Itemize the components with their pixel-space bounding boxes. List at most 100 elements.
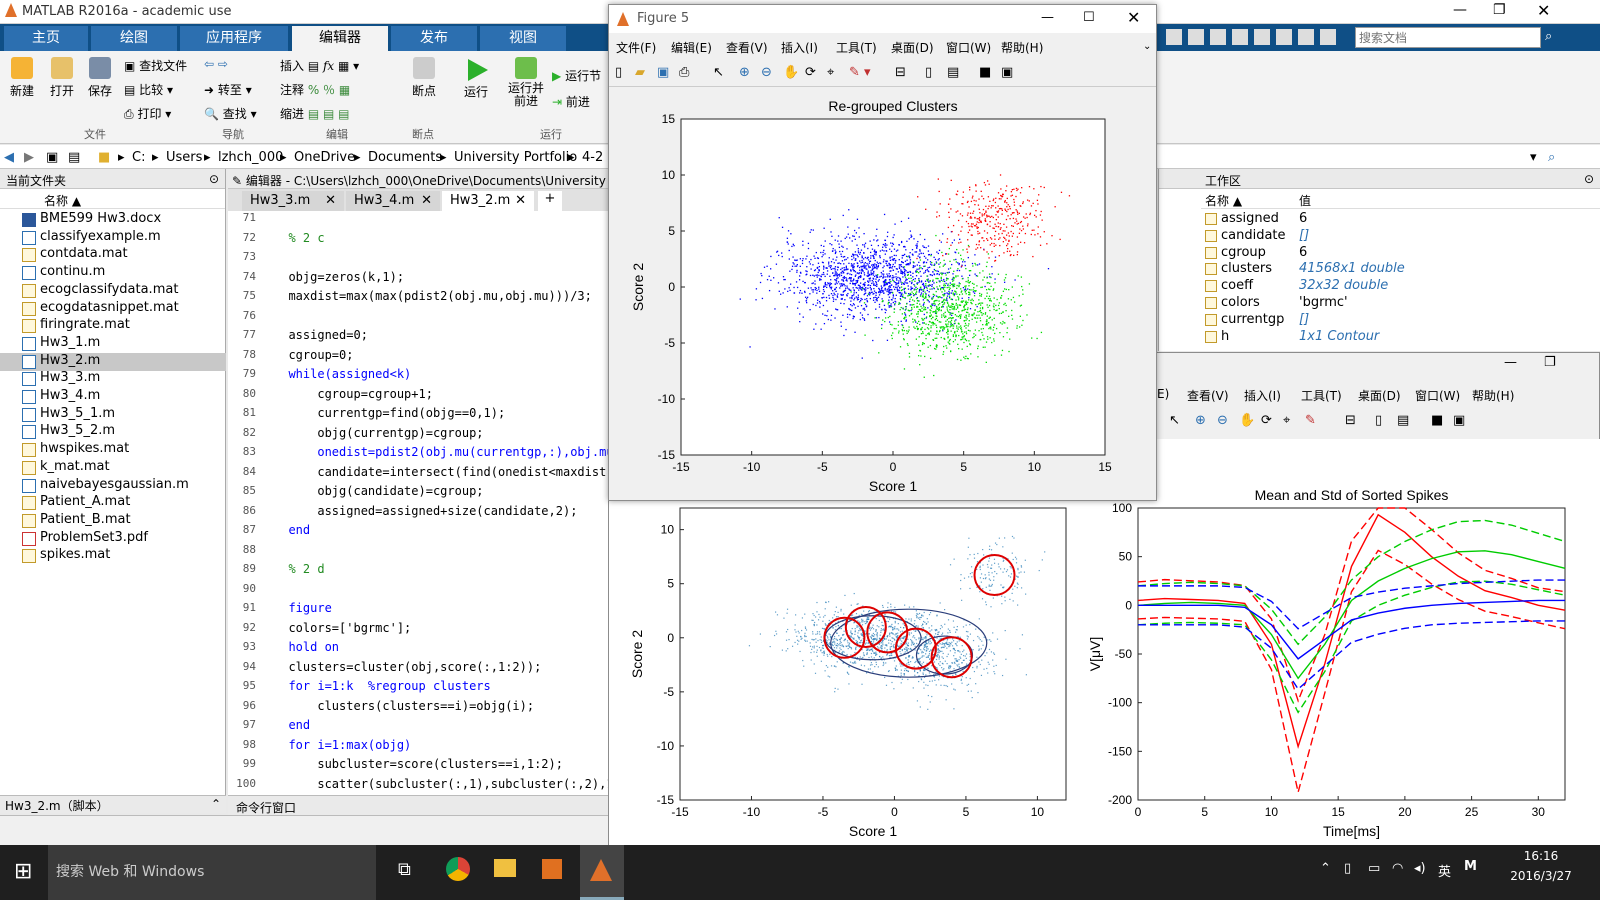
panel-menu-icon[interactable]: ⊙: [209, 172, 219, 186]
maximize-button[interactable]: ☐: [1083, 10, 1095, 25]
save-icon[interactable]: ▣: [657, 65, 669, 80]
legend-icon[interactable]: ▤: [947, 65, 959, 80]
workspace-row[interactable]: assigned 6: [1201, 211, 1600, 227]
tab-apps[interactable]: 应用程序: [180, 26, 288, 51]
help-icon[interactable]: [1320, 29, 1336, 45]
ime-indicator[interactable]: 英: [1438, 861, 1451, 880]
zoom-in-icon[interactable]: ⊕: [1195, 413, 1206, 428]
close-tab-icon[interactable]: ✕: [325, 193, 336, 208]
code-line[interactable]: objg(currentgp)=cgroup;: [274, 426, 483, 440]
code-line[interactable]: onedist=pdist2(obj.mu(currentgp,:),obj.m…: [274, 445, 613, 459]
axes-box[interactable]: [679, 507, 1067, 801]
code-line[interactable]: subcluster=score(clusters==i,1:2);: [274, 757, 563, 771]
file-list-item[interactable]: Hw3_3.m: [0, 370, 226, 388]
forward-icon[interactable]: ▶: [24, 150, 34, 165]
run-button[interactable]: 运行: [458, 57, 494, 100]
tab-view[interactable]: 视图: [480, 26, 566, 51]
command-window-header[interactable]: 命令行窗口: [228, 795, 618, 815]
file-list-item[interactable]: Hw3_5_2.m: [0, 423, 226, 441]
code-line[interactable]: maxdist=max(max(pdist2(obj.mu,obj.mu)))/…: [274, 289, 591, 303]
hide-tools-icon[interactable]: ■: [1431, 413, 1443, 428]
workspace-row[interactable]: h 1x1 Contour: [1201, 329, 1600, 345]
close-tab-icon[interactable]: ✕: [421, 193, 432, 208]
maximize-button[interactable]: ❐: [1544, 355, 1556, 370]
code-line[interactable]: % 2 d: [274, 562, 324, 576]
minimize-button[interactable]: —: [1041, 10, 1054, 25]
file-list-item[interactable]: continu.m: [0, 264, 226, 282]
menu-item[interactable]: 窗口(W): [946, 39, 991, 56]
zoom-in-icon[interactable]: ⊕: [739, 65, 750, 80]
tab-editor[interactable]: 编辑器: [292, 26, 388, 51]
back-icon[interactable]: ◀: [4, 150, 14, 165]
paste-icon[interactable]: [1232, 29, 1248, 45]
insert-button[interactable]: 插入 ▤ fx ▦ ▾: [280, 57, 359, 74]
task-view-icon[interactable]: ⧉: [398, 859, 411, 880]
legend-icon[interactable]: ▤: [1397, 413, 1409, 428]
workspace-row[interactable]: currentgp[]: [1201, 312, 1600, 328]
menu-item[interactable]: 插入(I): [781, 39, 818, 56]
rotate-icon[interactable]: ⟳: [805, 65, 816, 80]
clock-date[interactable]: 2016/3/27: [1500, 869, 1582, 883]
switch-windows-icon[interactable]: [1298, 29, 1314, 45]
tab-plots[interactable]: 绘图: [91, 26, 177, 51]
column-header-name[interactable]: 名称 ▲: [0, 189, 225, 209]
file-list-item[interactable]: ecogclassifydata.mat: [0, 282, 226, 300]
code-line[interactable]: colors=['bgrmc'];: [274, 621, 411, 635]
pan-icon[interactable]: ✋: [783, 65, 799, 80]
file-list-item[interactable]: ecogdatasnippet.mat: [0, 300, 226, 318]
workspace-row[interactable]: candidate[]: [1201, 228, 1600, 244]
save-file-button[interactable]: 保存: [84, 57, 116, 99]
code-line[interactable]: figure: [274, 601, 331, 615]
editor-tab-active[interactable]: Hw3_2.m ✕: [442, 191, 534, 211]
menu-overflow-icon[interactable]: ⌄: [1143, 41, 1151, 52]
file-list-item[interactable]: firingrate.mat: [0, 317, 226, 335]
code-line[interactable]: objg(candidate)=cgroup;: [274, 484, 483, 498]
compare-button[interactable]: ▤ 比较 ▾: [124, 81, 173, 98]
code-line[interactable]: assigned=0;: [274, 328, 367, 342]
file-list-item[interactable]: Hw3_4.m: [0, 388, 226, 406]
menu-item[interactable]: 工具(T): [1301, 387, 1342, 404]
file-explorer-icon[interactable]: [494, 859, 516, 877]
open-button[interactable]: 打开: [46, 57, 78, 99]
copy-icon[interactable]: [1210, 29, 1226, 45]
input-mode-icon[interactable]: M: [1464, 859, 1477, 874]
menu-item[interactable]: 查看(V): [1187, 387, 1229, 404]
find-files-button[interactable]: ▣ 查找文件: [124, 57, 187, 74]
menu-item[interactable]: 帮助(H): [1001, 39, 1043, 56]
code-line[interactable]: candidate=intersect(find(onedist<maxdist: [274, 465, 606, 479]
file-list-item[interactable]: BME599 Hw3.docx: [0, 211, 226, 229]
editor-tab[interactable]: Hw3_4.m ✕: [346, 191, 440, 211]
path-dropdown-icon[interactable]: ▾: [1530, 150, 1537, 165]
close-tab-icon[interactable]: ✕: [515, 193, 526, 208]
open-icon[interactable]: ▰: [635, 65, 645, 80]
workspace-row[interactable]: clusters 41568x1 double: [1201, 261, 1600, 277]
workspace-row[interactable]: coeff 32x32 double: [1201, 278, 1600, 294]
code-line[interactable]: for i=1:max(objg): [274, 738, 411, 752]
breadcrumb-item[interactable]: C:: [132, 150, 145, 165]
menu-item[interactable]: 工具(T): [836, 39, 877, 56]
brush-icon[interactable]: ✎ ▾: [849, 65, 871, 80]
windows-start-icon[interactable]: ⊞: [14, 859, 32, 884]
menu-item[interactable]: 桌面(D): [1358, 387, 1401, 404]
code-line[interactable]: while(assigned<k): [274, 367, 411, 381]
code-line[interactable]: hold on: [274, 640, 339, 654]
file-details-bar[interactable]: Hw3_2.m（脚本） ⌃: [0, 795, 226, 813]
menu-item[interactable]: 编辑(E): [671, 39, 712, 56]
file-list-item[interactable]: ProblemSet3.pdf: [0, 530, 226, 548]
file-list-item[interactable]: Patient_A.mat: [0, 494, 226, 512]
file-list-item[interactable]: Patient_B.mat: [0, 512, 226, 530]
file-list-item[interactable]: contdata.mat: [0, 246, 226, 264]
zoom-out-icon[interactable]: ⊖: [1217, 413, 1228, 428]
code-line[interactable]: clusters=cluster(obj,score(:,1:2));: [274, 660, 541, 674]
cut-icon[interactable]: [1188, 29, 1204, 45]
advance-button[interactable]: ⇥ 前进: [552, 93, 590, 110]
pointer-icon[interactable]: ↖: [713, 65, 724, 80]
menu-item[interactable]: 帮助(H): [1472, 387, 1514, 404]
panel-menu-icon[interactable]: ⊙: [1584, 172, 1594, 186]
code-line[interactable]: cgroup=0;: [274, 348, 353, 362]
menu-item[interactable]: 窗口(W): [1415, 387, 1460, 404]
code-line[interactable]: cgroup=cgroup+1;: [274, 387, 433, 401]
comment-button[interactable]: 注释 % ％ ▦: [280, 81, 350, 98]
pointer-icon[interactable]: ↖: [1169, 413, 1180, 428]
run-advance-button[interactable]: 运行并 前进: [506, 57, 546, 108]
